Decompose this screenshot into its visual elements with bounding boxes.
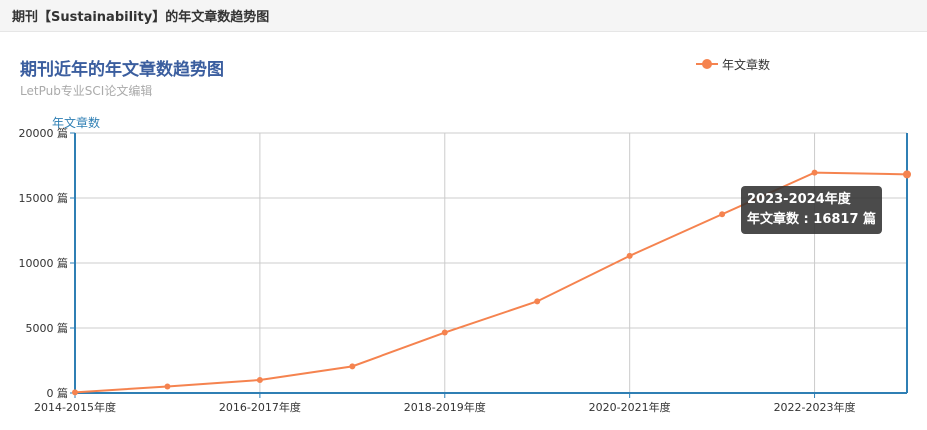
data-point [349,363,356,370]
data-point [534,298,541,305]
data-point [719,211,726,218]
data-point [811,169,818,176]
data-point [441,329,448,336]
y-tick-label: 20000 篇 [19,126,69,140]
data-point [256,377,263,383]
tooltip-category: 2023-2024年度 [747,192,851,207]
x-tick-label: 2022-2023年度 [774,400,856,414]
y-tick-label: 5000 篇 [26,321,69,335]
x-tick-label: 2016-2017年度 [219,400,301,414]
x-tick-label: 2020-2021年度 [589,400,671,414]
x-tick-label: 2018-2019年度 [404,400,486,414]
chart-tooltip: 2023-2024年度 年文章数 : 16817 篇 [741,186,883,234]
data-point [626,252,633,259]
data-point [164,383,171,390]
data-point [72,389,78,396]
tooltip-value-line: 年文章数 : 16817 篇 [747,210,876,230]
y-tick-label: 0 篇 [47,386,69,400]
tooltip-value: 16817 [813,212,859,227]
y-tick-label: 10000 篇 [19,256,69,270]
tooltip-separator: : [799,212,814,227]
y-tick-label: 15000 篇 [19,191,69,205]
data-point [903,170,911,179]
x-tick-label: 2014-2015年度 [34,400,116,414]
tooltip-unit: 篇 [858,212,877,227]
tooltip-series-label: 年文章数 [747,212,800,227]
